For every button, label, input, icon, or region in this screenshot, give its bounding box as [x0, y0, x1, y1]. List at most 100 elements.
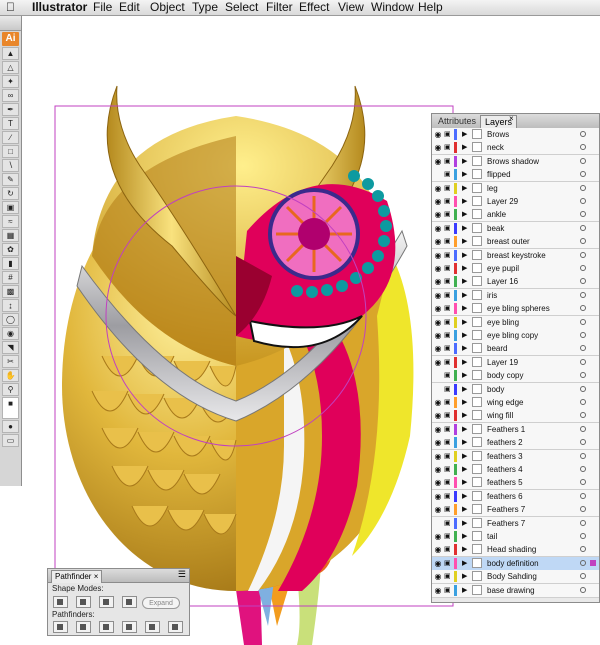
menu-view[interactable]: View	[338, 0, 364, 15]
expand-triangle-icon[interactable]: ▶	[462, 584, 467, 597]
expand-triangle-icon[interactable]: ▶	[462, 316, 467, 329]
lock-icon[interactable]: ▣	[444, 184, 451, 193]
menu-file[interactable]: File	[93, 0, 112, 15]
eye-icon[interactable]: ◉	[434, 318, 442, 327]
eye-icon[interactable]: ◉	[434, 197, 442, 206]
eye-icon[interactable]	[434, 371, 442, 380]
eye-icon[interactable]: ◉	[434, 465, 442, 474]
eye-icon[interactable]: ◉	[434, 157, 442, 166]
lock-icon[interactable]: ▣	[444, 277, 451, 286]
lock-icon[interactable]: ▣	[444, 130, 451, 139]
fill-stroke-icon[interactable]: ■	[2, 397, 19, 419]
eye-icon[interactable]: ◉	[434, 532, 442, 541]
layer-row[interactable]: ◉ ▣ ▶ feathers 5	[432, 476, 599, 491]
expand-triangle-icon[interactable]: ▶	[462, 208, 467, 221]
eye-icon[interactable]: ◉	[434, 344, 442, 353]
scissors-tool-icon[interactable]: ✂	[2, 355, 19, 368]
menu-window[interactable]: Window	[371, 0, 414, 15]
expand-triangle-icon[interactable]: ▶	[462, 128, 467, 141]
eye-icon[interactable]: ◉	[434, 358, 442, 367]
target-icon[interactable]	[580, 278, 586, 285]
expand-triangle-icon[interactable]: ▶	[462, 275, 467, 288]
lock-icon[interactable]: ▣	[444, 425, 451, 434]
target-icon[interactable]	[580, 251, 586, 258]
eye-icon[interactable]: ◉	[434, 586, 442, 595]
color-mode-icon[interactable]: ●	[2, 420, 19, 433]
lock-icon[interactable]: ▣	[444, 371, 451, 380]
target-icon[interactable]	[580, 506, 586, 513]
eye-icon[interactable]: ◉	[434, 304, 442, 313]
layer-row[interactable]: ◉ ▣ ▶ eye pupil	[432, 262, 599, 276]
eye-icon[interactable]: ◉	[434, 291, 442, 300]
expand-triangle-icon[interactable]: ▶	[462, 450, 467, 463]
minus-front-button[interactable]	[76, 596, 91, 608]
layer-row[interactable]: ◉ ▣ ▶ Feathers 7	[432, 503, 599, 518]
rectangle-tool-icon[interactable]: □	[2, 145, 19, 158]
expand-triangle-icon[interactable]: ▶	[462, 329, 467, 342]
target-icon[interactable]	[580, 573, 586, 580]
lock-icon[interactable]: ▣	[444, 519, 451, 528]
pencil-tool-icon[interactable]: ✎	[2, 173, 19, 186]
target-icon[interactable]	[580, 265, 586, 271]
layer-row[interactable]: ▣ ▶ flipped	[432, 168, 599, 183]
menu-help[interactable]: Help	[418, 0, 443, 15]
free-transform-tool-icon[interactable]: ▦	[2, 229, 19, 242]
lock-icon[interactable]: ▣	[444, 264, 451, 273]
menu-effect[interactable]: Effect	[299, 0, 329, 15]
expand-triangle-icon[interactable]: ▶	[462, 289, 467, 302]
layer-row[interactable]: ◉ ▣ ▶ eye bling spheres	[432, 302, 599, 317]
pen-tool-icon[interactable]: ✒	[2, 103, 19, 116]
target-icon[interactable]	[580, 318, 586, 325]
layer-row[interactable]: ◉ ▣ ▶ tail	[432, 530, 599, 544]
exclude-button[interactable]	[122, 596, 137, 608]
expand-triangle-icon[interactable]: ▶	[462, 463, 467, 476]
target-icon[interactable]	[580, 425, 586, 432]
type-tool-icon[interactable]: T	[2, 117, 19, 130]
expand-triangle-icon[interactable]: ▶	[462, 235, 467, 248]
expand-triangle-icon[interactable]: ▶	[462, 383, 467, 396]
close-icon[interactable]: ×	[509, 114, 514, 123]
layer-row[interactable]: ▣ ▶ body copy	[432, 369, 599, 384]
close-icon[interactable]: ×	[94, 572, 99, 581]
expand-triangle-icon[interactable]: ▶	[462, 262, 467, 275]
target-icon[interactable]	[580, 586, 586, 593]
expand-triangle-icon[interactable]: ▶	[462, 530, 467, 543]
eye-icon[interactable]: ◉	[434, 438, 442, 447]
expand-triangle-icon[interactable]: ▶	[462, 396, 467, 409]
eye-icon[interactable]: ◉	[434, 545, 442, 554]
menu-edit[interactable]: Edit	[119, 0, 140, 15]
eye-icon[interactable]: ◉	[434, 331, 442, 340]
apple-menu-icon[interactable]: 	[6, 0, 15, 15]
layer-row[interactable]: ◉ ▣ ▶ wing fill	[432, 409, 599, 424]
tab-attributes[interactable]: Attributes	[434, 115, 480, 128]
layer-row[interactable]: ◉ ▣ ▶ feathers 4	[432, 463, 599, 477]
layer-row[interactable]: ◉ ▣ ▶ Brows shadow	[432, 154, 599, 169]
expand-triangle-icon[interactable]: ▶	[462, 409, 467, 422]
expand-triangle-icon[interactable]: ▶	[462, 342, 467, 355]
eye-icon[interactable]	[434, 519, 442, 528]
eye-icon[interactable]: ◉	[434, 237, 442, 246]
target-icon[interactable]	[580, 399, 586, 405]
eye-icon[interactable]: ◉	[434, 224, 442, 233]
mesh-tool-icon[interactable]: #	[2, 271, 19, 284]
lock-icon[interactable]: ▣	[444, 224, 451, 233]
layer-row[interactable]: ◉ ▣ ▶ eye bling copy	[432, 329, 599, 343]
live-paint-tool-icon[interactable]: ◉	[2, 327, 19, 340]
expand-triangle-icon[interactable]: ▶	[462, 168, 467, 181]
target-icon[interactable]	[580, 184, 586, 191]
expand-triangle-icon[interactable]: ▶	[462, 436, 467, 449]
target-icon[interactable]	[580, 439, 586, 446]
layer-row[interactable]: ◉ ▣ ▶ iris	[432, 288, 599, 303]
lock-icon[interactable]: ▣	[444, 478, 451, 487]
lock-icon[interactable]: ▣	[444, 411, 451, 420]
lock-icon[interactable]: ▣	[444, 452, 451, 461]
target-icon[interactable]	[580, 466, 586, 472]
target-icon[interactable]	[580, 224, 586, 231]
outline-button[interactable]	[145, 621, 160, 633]
lock-icon[interactable]: ▣	[444, 304, 451, 313]
eyedropper-tool-icon[interactable]: ↨	[2, 299, 19, 312]
layer-row[interactable]: ◉ ▣ ▶ base drawing	[432, 583, 599, 598]
expand-triangle-icon[interactable]: ▶	[462, 503, 467, 516]
menu-object[interactable]: Object	[150, 0, 185, 15]
target-icon[interactable]	[580, 385, 586, 392]
